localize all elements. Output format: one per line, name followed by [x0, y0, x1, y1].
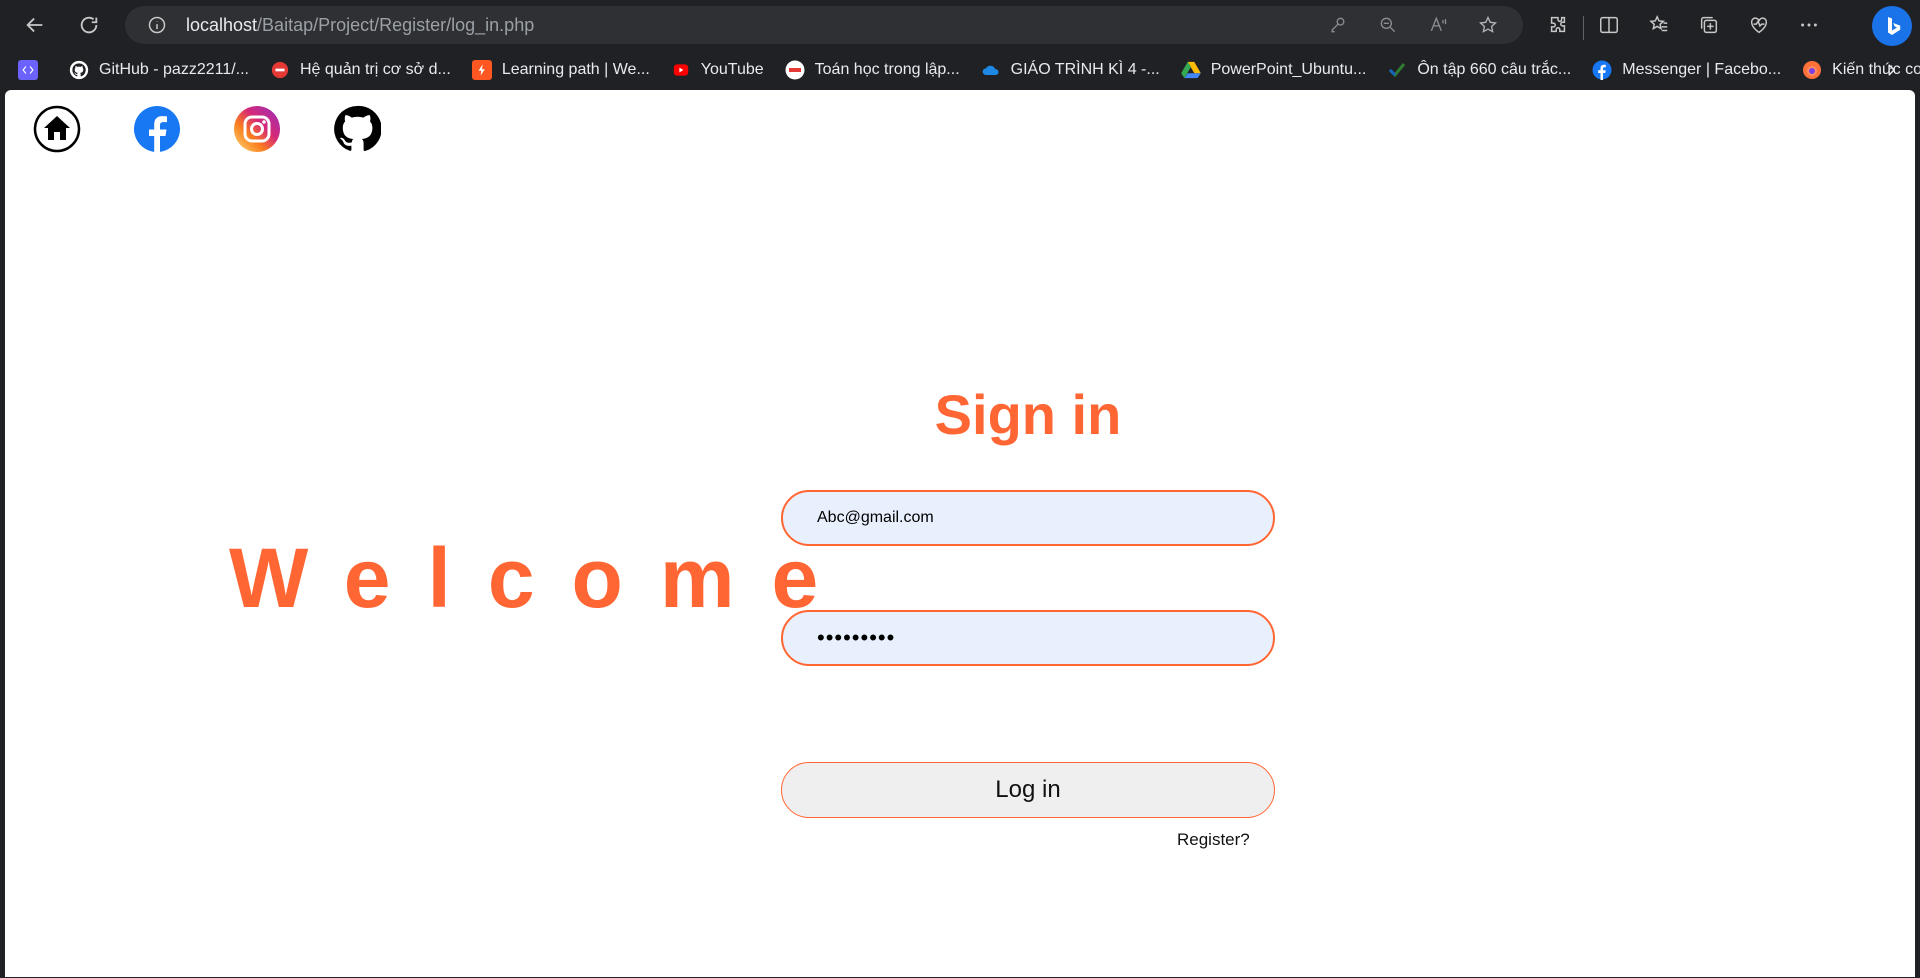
- bookmark-item[interactable]: PowerPoint_Ubuntu...: [1171, 50, 1378, 90]
- bookmark-item[interactable]: Ôn tập 660 câu trắc...: [1377, 50, 1582, 90]
- bookmark-label: GitHub - pazz2211/...: [99, 61, 249, 78]
- instagram-icon[interactable]: [233, 105, 281, 153]
- math-icon: [785, 60, 805, 80]
- bookmark-item[interactable]: Learning path | We...: [462, 50, 661, 90]
- browser-essentials-icon[interactable]: [1734, 3, 1784, 47]
- welcome-heading: Welcome: [229, 531, 856, 625]
- email-field[interactable]: [783, 492, 1273, 544]
- bookmark-item[interactable]: Hệ quản trị cơ sở d...: [260, 50, 462, 90]
- url-path: /Baitap/Project/Register/log_in.php: [257, 15, 535, 35]
- signin-title: Sign in: [934, 383, 1122, 446]
- back-arrow-icon[interactable]: [13, 3, 57, 47]
- bookmark-item[interactable]: GIÁO TRÌNH KÌ 4 -...: [971, 50, 1171, 90]
- learning-icon: [471, 60, 492, 80]
- bookmark-label: Hệ quản trị cơ sở d...: [300, 61, 451, 78]
- drive-icon: [1180, 60, 1201, 80]
- read-aloud-icon[interactable]: [1413, 10, 1463, 40]
- zoom-out-icon[interactable]: [1363, 10, 1413, 40]
- bookmark-label: Messenger | Facebo...: [1622, 61, 1782, 78]
- youtube-icon: [671, 60, 691, 80]
- bookmark-item[interactable]: YouTube: [661, 50, 775, 90]
- page-viewport: Welcome Sign in Log in Register?: [5, 90, 1915, 977]
- onedrive-icon: [981, 60, 1001, 80]
- extensions-icon[interactable]: [1533, 3, 1583, 47]
- refresh-icon[interactable]: [67, 3, 111, 47]
- bookmark-label: Toán học trong lập...: [814, 61, 960, 78]
- bookmark-item[interactable]: Toán học trong lập...: [775, 50, 971, 90]
- facebook-icon: [1592, 60, 1612, 80]
- bookmark-item[interactable]: [0, 50, 59, 90]
- db-icon: [270, 60, 290, 80]
- more-icon[interactable]: [1784, 3, 1834, 47]
- favorites-icon[interactable]: [1634, 3, 1684, 47]
- key-icon[interactable]: [1313, 10, 1363, 40]
- github-icon: [69, 60, 89, 80]
- favorite-star-icon[interactable]: [1463, 10, 1513, 40]
- copilot-icon[interactable]: [1872, 6, 1912, 46]
- address-bar[interactable]: localhost/Baitap/Project/Register/log_in…: [125, 6, 1523, 44]
- bookmark-label: Ôn tập 660 câu trắc...: [1417, 61, 1572, 78]
- home-icon[interactable]: [33, 105, 81, 153]
- bookmarks-bar: GitHub - pazz2211/... Hệ quản trị cơ sở …: [0, 50, 1920, 90]
- bookmark-label: Learning path | We...: [501, 61, 650, 78]
- bookmark-item[interactable]: GitHub - pazz2211/...: [59, 50, 260, 90]
- info-icon[interactable]: [147, 15, 167, 35]
- login-button[interactable]: Log in: [781, 762, 1275, 818]
- register-link[interactable]: Register?: [1177, 830, 1250, 850]
- email-field-wrapper: [781, 490, 1275, 546]
- password-field[interactable]: [783, 612, 1273, 664]
- collections-icon[interactable]: [1684, 3, 1734, 47]
- social-links: [33, 105, 433, 153]
- chevron-right-icon[interactable]: [1876, 50, 1906, 90]
- url-host: localhost: [186, 15, 258, 35]
- app-icon: [18, 60, 38, 80]
- bookmark-label: YouTube: [700, 61, 764, 78]
- firefox-icon: [1802, 60, 1822, 80]
- bookmark-label: GIÁO TRÌNH KÌ 4 -...: [1010, 61, 1160, 78]
- bookmark-label: PowerPoint_Ubuntu...: [1210, 61, 1367, 78]
- browser-toolbar: localhost/Baitap/Project/Register/log_in…: [0, 0, 1920, 50]
- facebook-icon[interactable]: [133, 105, 181, 153]
- bookmark-item[interactable]: Messenger | Facebo...: [1582, 50, 1792, 90]
- split-screen-icon[interactable]: [1584, 3, 1634, 47]
- url-text[interactable]: localhost/Baitap/Project/Register/log_in…: [186, 15, 534, 36]
- check-icon: [1387, 60, 1407, 80]
- github-icon[interactable]: [333, 105, 381, 153]
- password-field-wrapper: [781, 610, 1275, 666]
